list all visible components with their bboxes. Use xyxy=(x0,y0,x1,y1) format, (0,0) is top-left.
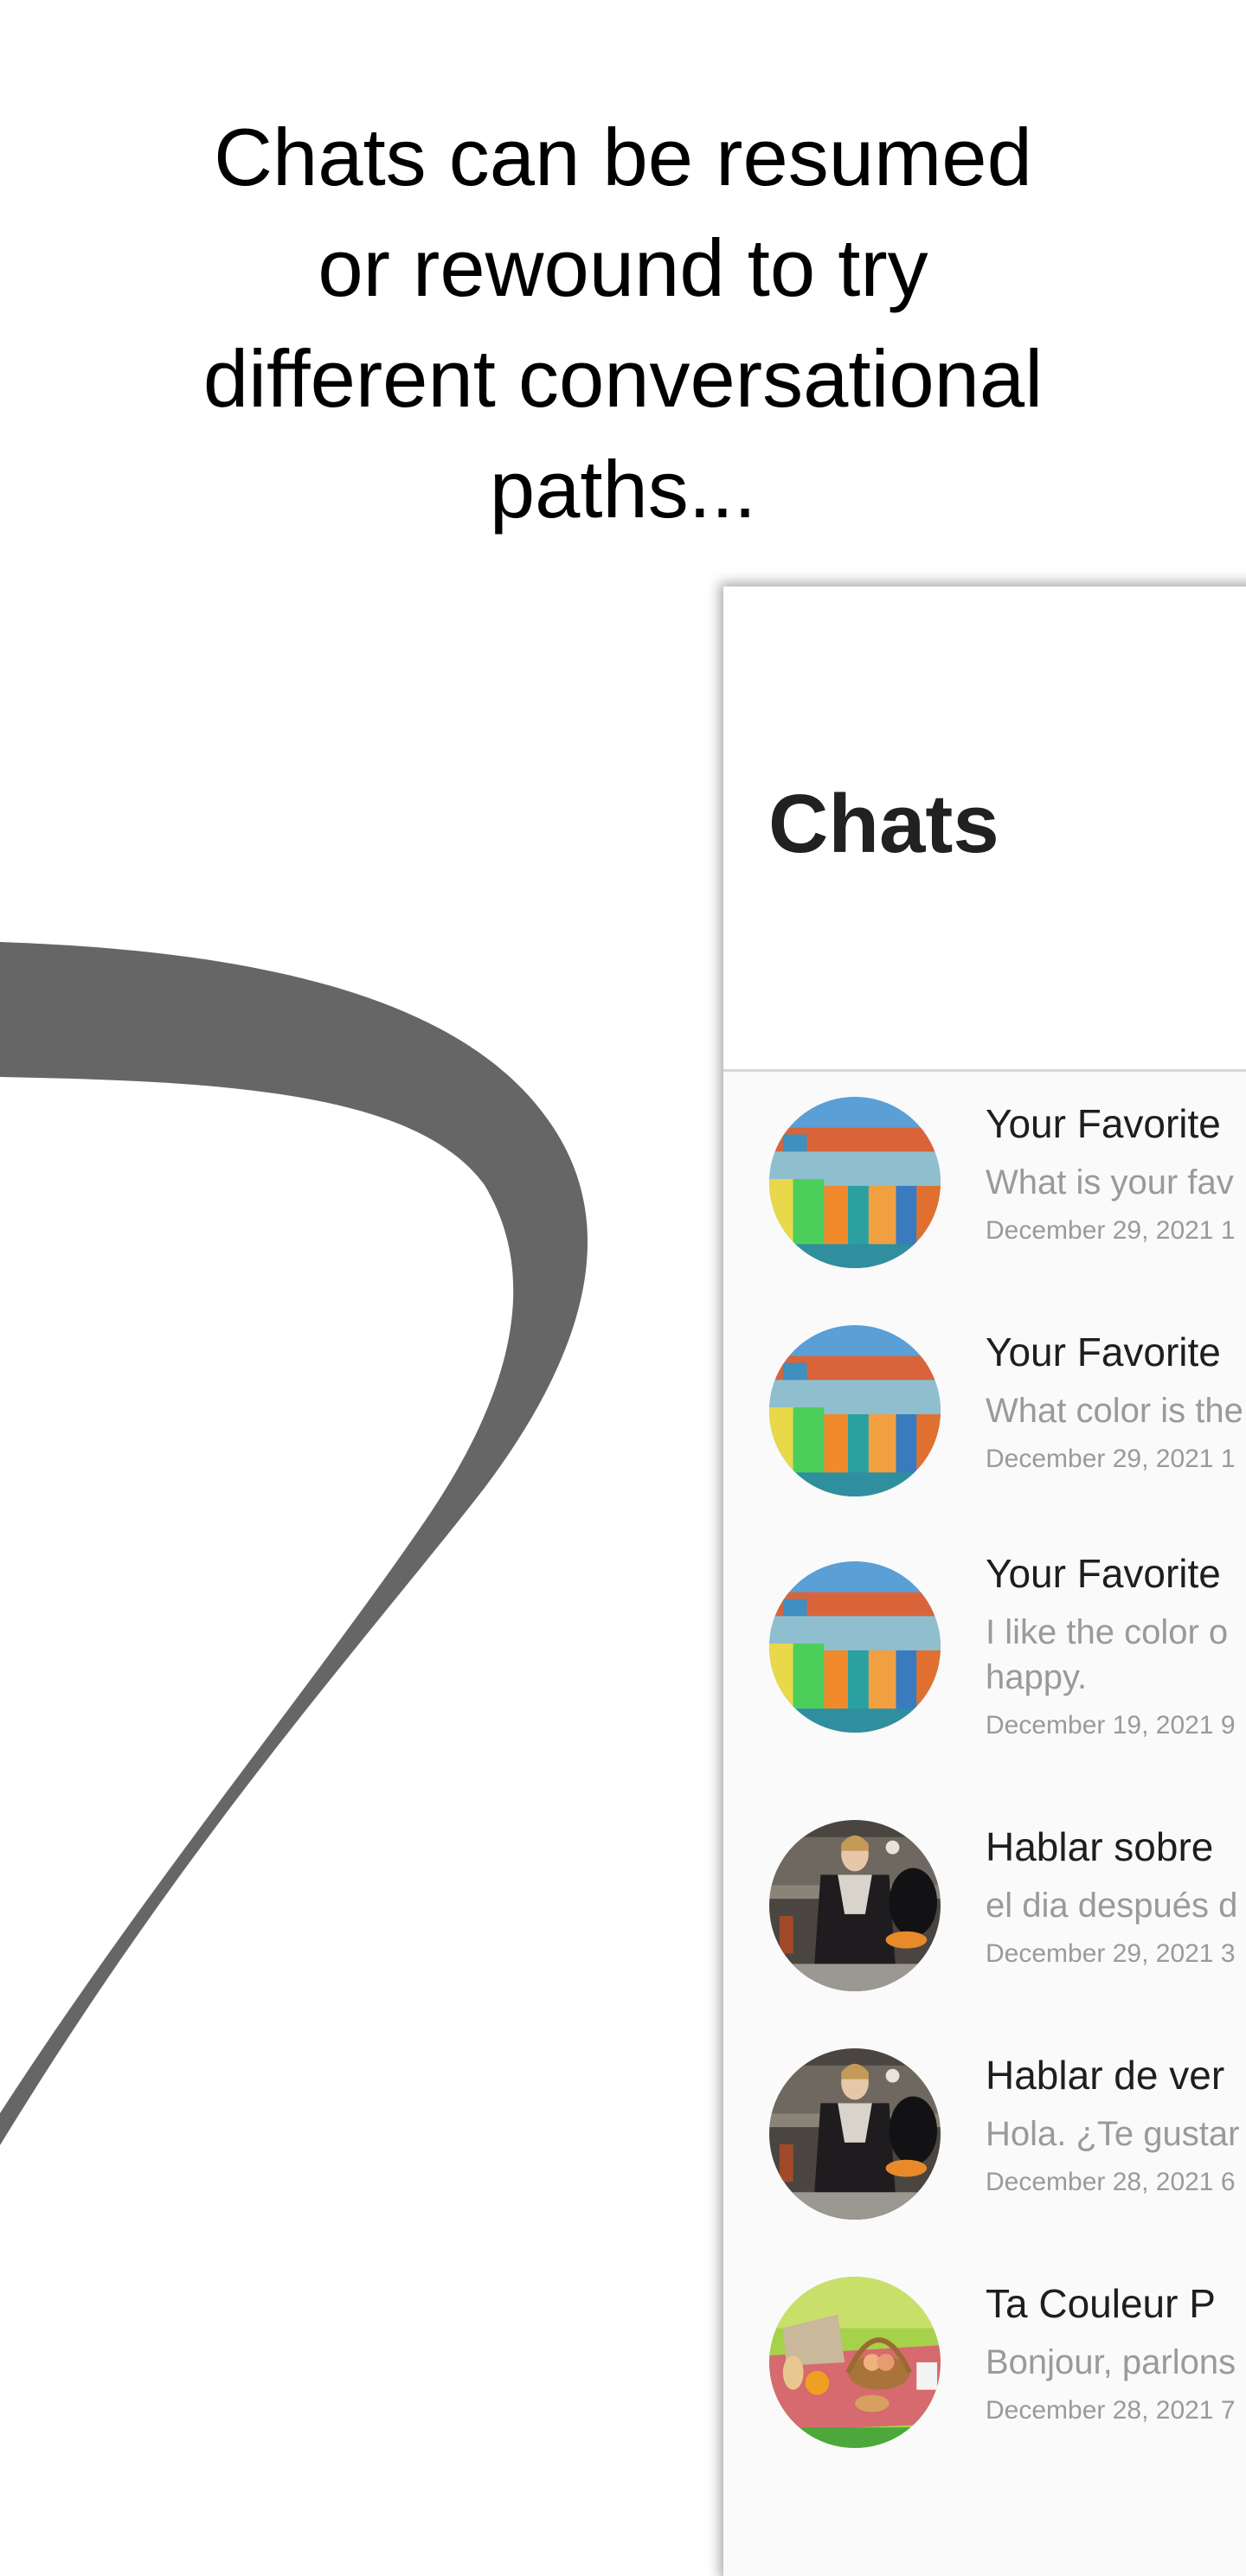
page-title: Chats xyxy=(768,778,999,870)
chats-screen: Chats Your Favorite What is your fav Dec… xyxy=(723,586,1246,2576)
chat-preview: What color is the xyxy=(986,1392,1243,1430)
chat-title: Hablar sobre xyxy=(986,1824,1214,1869)
curved-arrow-stroke xyxy=(0,942,588,2145)
app-bar: Chats xyxy=(723,586,1246,1072)
chat-date: December 19, 2021 9 xyxy=(986,1711,1236,1740)
chat-preview: What is your fav xyxy=(986,1163,1234,1201)
avatar-bar-maid-painting xyxy=(769,1820,941,1991)
chat-preview: Bonjour, parlons xyxy=(986,2343,1236,2381)
chat-list-item[interactable]: Hablar sobre el dia después d December 2… xyxy=(723,1795,1246,2020)
chat-text: Your Favorite I like the color o happy. … xyxy=(986,1549,1246,1743)
chat-text: Ta Couleur P Bonjour, parlons December 2… xyxy=(986,2279,1246,2428)
bar-maid-painting-icon xyxy=(769,2048,941,2220)
chat-preview-line: I like the color o xyxy=(986,1613,1229,1651)
chat-list-item[interactable]: Your Favorite What color is the December… xyxy=(723,1300,1246,1525)
chat-date: December 29, 2021 1 xyxy=(986,1216,1236,1245)
buildings-painting-icon xyxy=(769,1097,941,1268)
chat-text: Hablar sobre el dia después d December 2… xyxy=(986,1823,1246,1971)
chat-title: Your Favorite xyxy=(986,1101,1221,1146)
chat-list-item[interactable]: Your Favorite I like the color o happy. … xyxy=(723,1525,1246,1793)
buildings-painting-icon xyxy=(769,1561,941,1733)
chat-preview-line: happy. xyxy=(986,1658,1088,1696)
avatar-colorful-buildings xyxy=(769,1561,941,1733)
chat-text: Hablar de ver Hola. ¿Te gustar December … xyxy=(986,2051,1246,2200)
avatar-colorful-buildings xyxy=(769,1097,941,1268)
chat-text: Your Favorite What color is the December… xyxy=(986,1328,1246,1477)
chat-list-item[interactable]: Ta Couleur P Bonjour, parlons December 2… xyxy=(723,2252,1246,2477)
chat-title: Your Favorite xyxy=(986,1330,1221,1375)
avatar-picnic-photo xyxy=(769,2277,941,2448)
headline-line: or rewound to try xyxy=(318,222,928,313)
chat-date: December 29, 2021 3 xyxy=(986,1939,1236,1968)
buildings-painting-icon xyxy=(769,1325,941,1496)
chat-list-item[interactable]: Hablar de ver Hola. ¿Te gustar December … xyxy=(723,2023,1246,2248)
chat-date: December 29, 2021 1 xyxy=(986,1445,1236,1473)
chat-preview: el dia después d xyxy=(986,1887,1238,1925)
chat-title: Ta Couleur P xyxy=(986,2281,1216,2326)
headline-line: paths... xyxy=(489,444,757,535)
bar-maid-painting-icon xyxy=(769,1820,941,1991)
headline: Chats can be resumed or rewound to try d… xyxy=(0,102,1246,545)
chat-date: December 28, 2021 6 xyxy=(986,2168,1236,2196)
chat-date: December 28, 2021 7 xyxy=(986,2396,1236,2425)
picnic-basket-icon xyxy=(769,2277,941,2448)
avatar-colorful-buildings xyxy=(769,1325,941,1496)
chat-title: Your Favorite xyxy=(986,1551,1221,1596)
headline-line: different conversational xyxy=(202,333,1044,424)
chat-preview: Hola. ¿Te gustar xyxy=(986,2115,1240,2153)
chat-text: Your Favorite What is your fav December … xyxy=(986,1099,1246,1248)
avatar-bar-maid-painting xyxy=(769,2048,941,2220)
headline-line: Chats can be resumed xyxy=(214,112,1032,202)
chat-preview: I like the color o happy. xyxy=(986,1610,1245,1700)
chat-list-item[interactable]: Your Favorite What is your fav December … xyxy=(723,1072,1246,1297)
chat-title: Hablar de ver xyxy=(986,2053,1225,2098)
